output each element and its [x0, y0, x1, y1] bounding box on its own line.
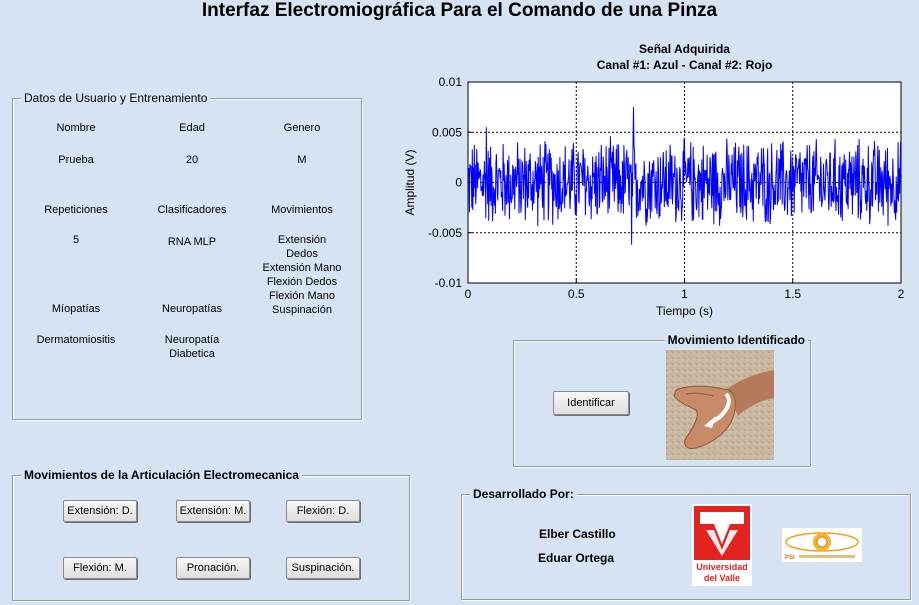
svg-text:PSI: PSI	[785, 555, 795, 561]
suspinacion-button[interactable]: Suspinación.	[286, 557, 360, 579]
extension-dedos-button[interactable]: Extensión: D.	[63, 500, 137, 522]
joint-movements-panel: Movimientos de la Articulación Electrome…	[12, 468, 410, 601]
y-tick-label: -0.005	[428, 226, 462, 240]
flexion-dedos-button[interactable]: Flexión: D.	[286, 500, 360, 522]
y-tick-label: -0.01	[435, 276, 463, 290]
extension-mano-button[interactable]: Extensión: M.	[176, 500, 250, 522]
research-group-logo: PSI	[782, 528, 862, 562]
joint-movements-panel-title: Movimientos de la Articulación Electrome…	[21, 468, 302, 482]
y-tick-label: 0.005	[432, 125, 462, 139]
x-tick-label: 0	[465, 287, 472, 301]
x-axis-label: Tiempo (s)	[656, 304, 713, 318]
chart-subtitle: Canal #1: Azul - Canal #2: Rojo	[597, 58, 773, 72]
x-tick-label: 0.5	[568, 287, 585, 301]
window-title: Interfaz Electromiográfica Para el Coman…	[201, 0, 718, 21]
identified-movement-panel-title: Movimiento Identificado	[664, 333, 808, 347]
hand-movement-image	[666, 350, 774, 460]
developers-panel-title: Desarrollado Por:	[470, 487, 577, 501]
svg-text:Universidad: Universidad	[696, 562, 748, 572]
y-axis-label: Amplitud (V)	[403, 149, 417, 215]
x-tick-label: 1.5	[784, 287, 801, 301]
y-tick-label: 0	[455, 176, 462, 190]
identificar-button[interactable]: Identificar	[553, 391, 629, 415]
svg-text:del Valle: del Valle	[704, 573, 740, 583]
chart-title: Señal Adquirida	[639, 42, 730, 56]
flexion-mano-button[interactable]: Flexión: M.	[63, 557, 137, 579]
y-tick-label: 0.01	[439, 75, 463, 89]
univalle-logo: Universidad del Valle	[692, 504, 752, 586]
x-tick-label: 1	[681, 287, 688, 301]
signal-chart: Señal Adquirida Canal #1: Azul - Canal #2…	[403, 42, 905, 318]
pronacion-button[interactable]: Pronación.	[176, 557, 250, 579]
x-tick-label: 2	[898, 287, 905, 301]
developer-name: Elber Castillo	[539, 527, 616, 541]
developer-name: Eduar Ortega	[538, 551, 615, 565]
